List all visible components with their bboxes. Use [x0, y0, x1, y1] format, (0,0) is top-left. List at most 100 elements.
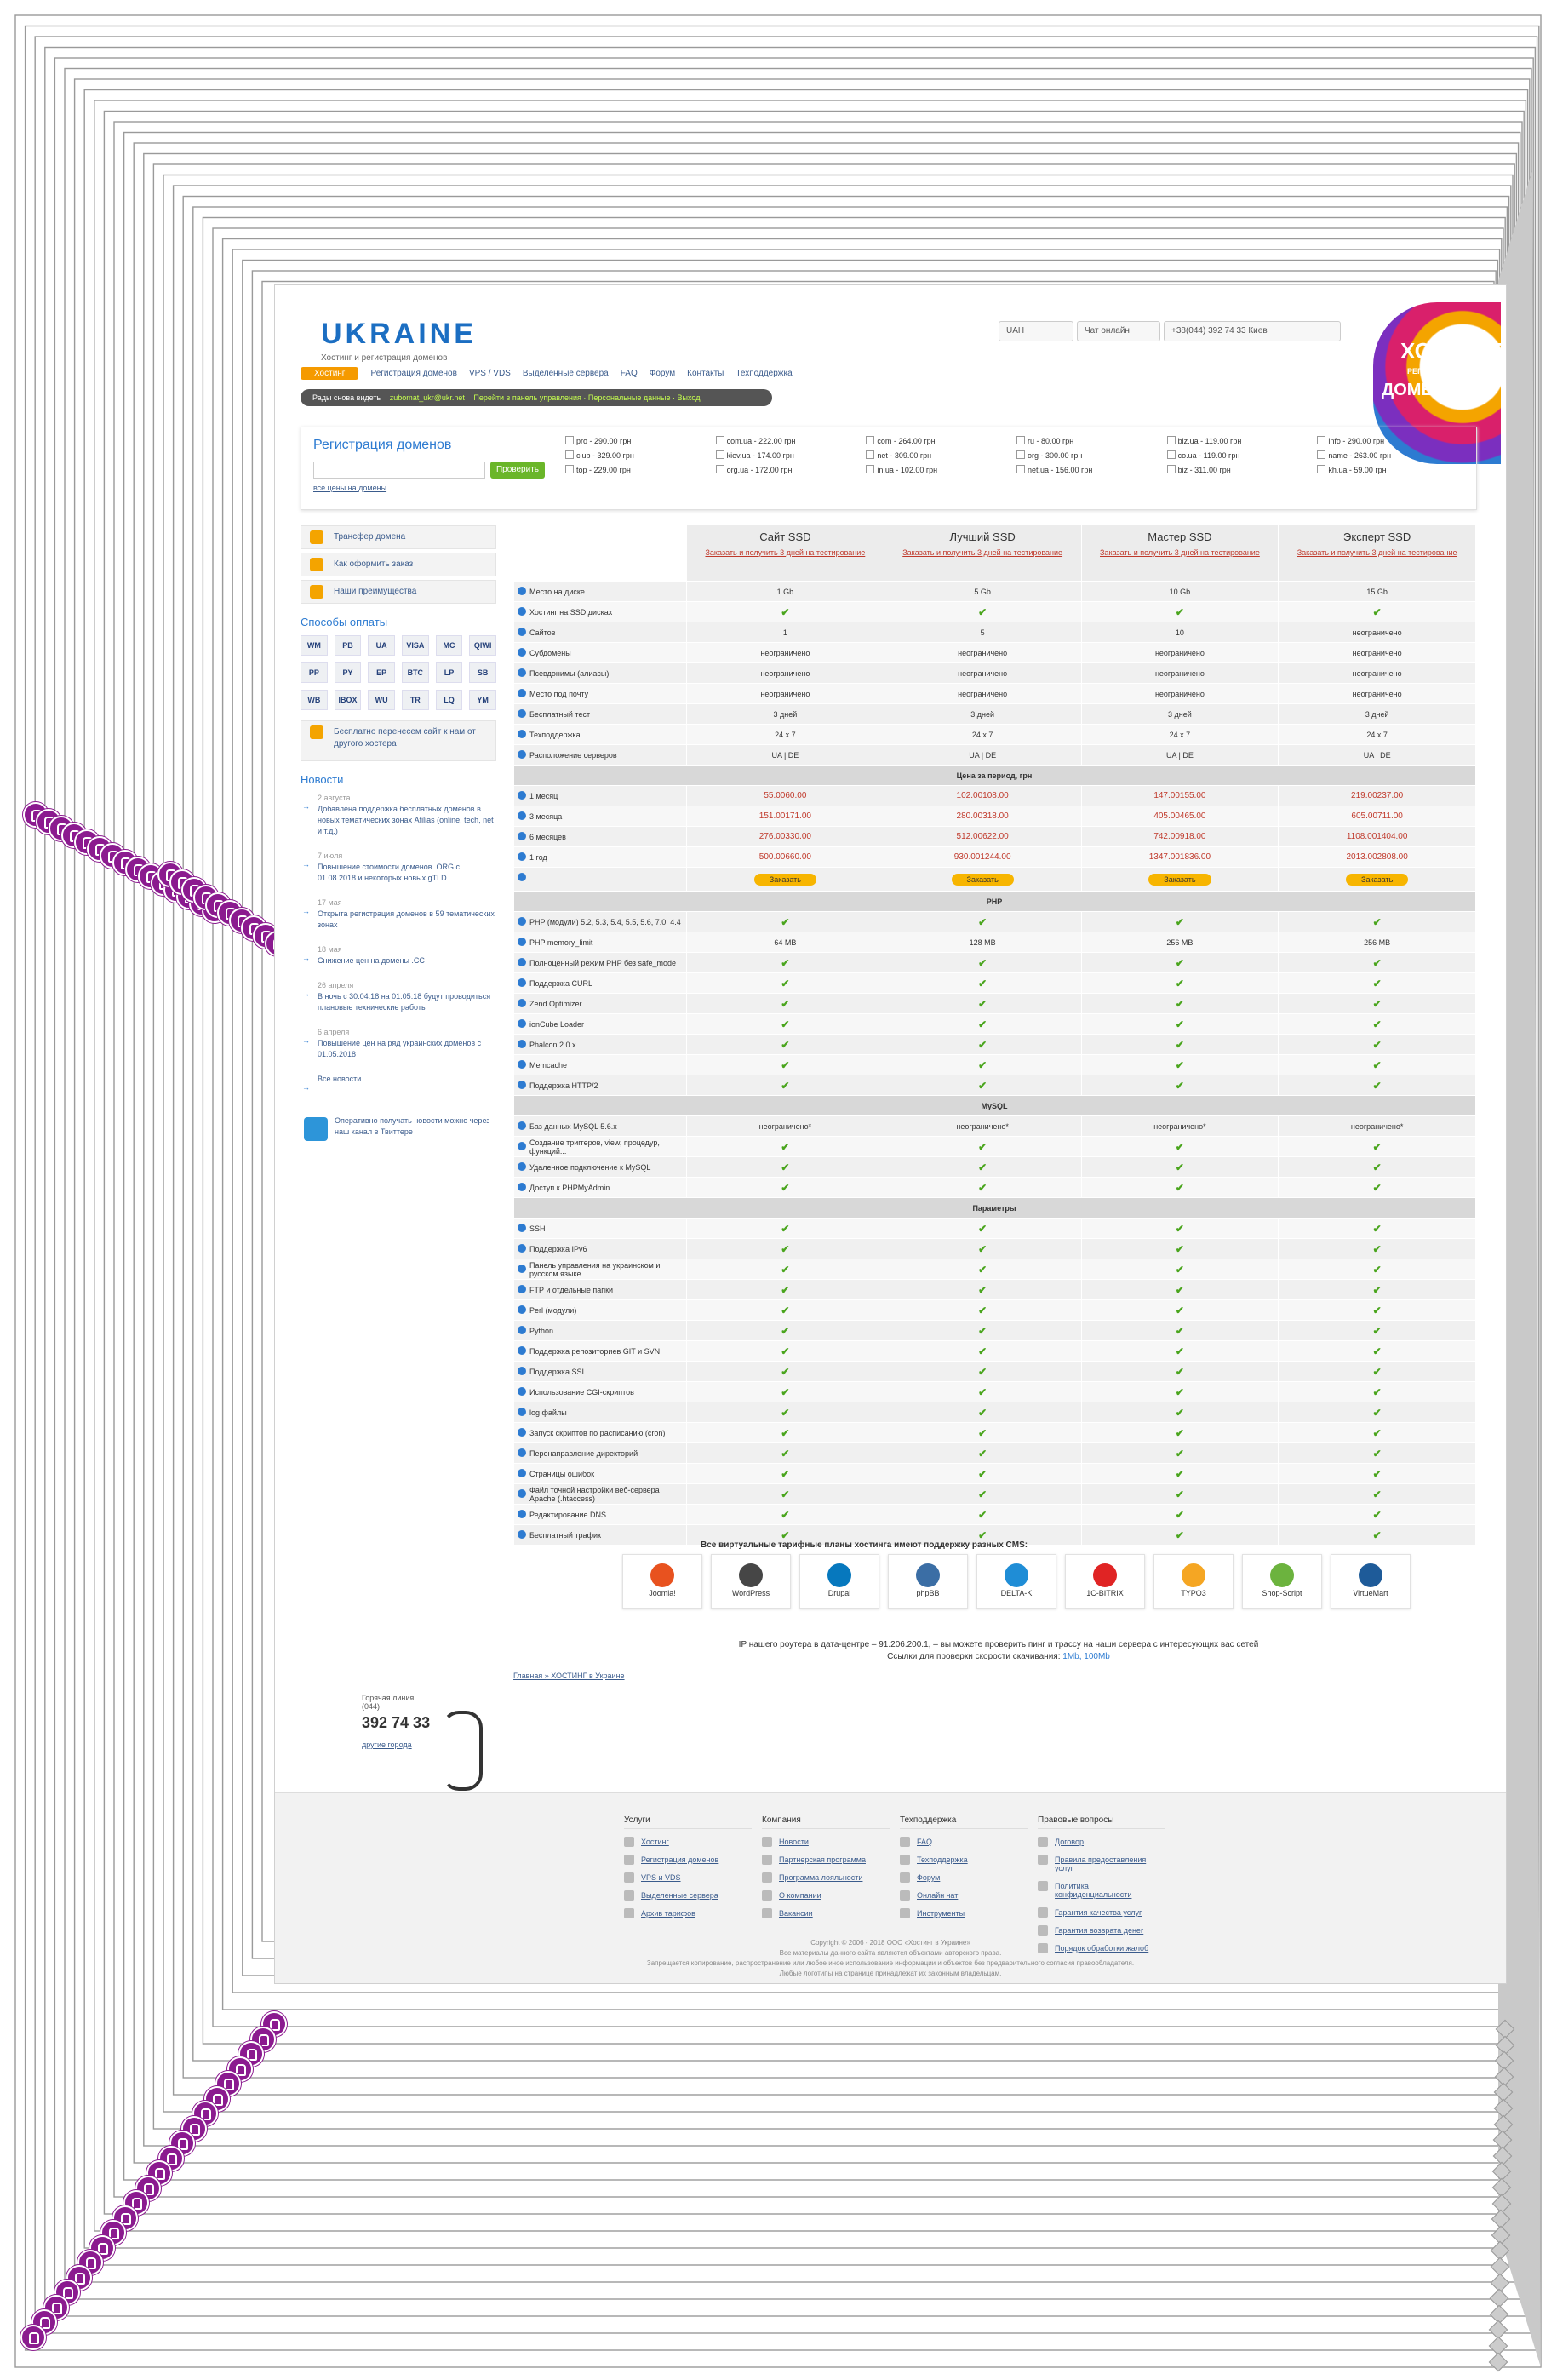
news-item[interactable]: 6 апреля Повышение цен на ряд украинских … [301, 1027, 496, 1060]
domain-zone-checkbox[interactable]: info - 290.00 грн [1317, 436, 1468, 445]
nav-item[interactable]: Форум [650, 369, 675, 378]
domain-zone-checkbox[interactable]: com - 264.00 грн [866, 436, 1016, 445]
copyright-line: Copyright © 2006 - 2018 ООО «Хостинг в У… [810, 1939, 970, 1947]
news-title[interactable]: В ночь с 30.04.18 на 01.05.18 будут пров… [318, 991, 496, 1013]
footer-link[interactable]: Новости [762, 1837, 890, 1847]
domain-check-button[interactable]: Проверить [490, 462, 545, 479]
user-email[interactable]: zubomat_ukr@ukr.net [390, 393, 465, 402]
footer-link[interactable]: Инструменты [900, 1908, 1028, 1918]
domain-zone-checkbox[interactable]: pro - 290.00 грн [565, 436, 716, 445]
news-item[interactable]: 26 апреля В ночь с 30.04.18 на 01.05.18 б… [301, 980, 496, 1013]
domain-zone-checkbox[interactable]: org.ua - 172.00 грн [716, 465, 867, 474]
domain-zone-checkbox[interactable]: com.ua - 222.00 грн [716, 436, 867, 445]
check-icon: ✔ [978, 1488, 987, 1500]
nav-item[interactable]: Техподдержка [736, 369, 792, 378]
domain-zone-checkbox[interactable]: org - 300.00 грн [1016, 450, 1167, 460]
all-domain-prices-link[interactable]: все цены на домены [313, 484, 386, 492]
order-button[interactable]: Заказать [951, 873, 1014, 886]
table-row: Поддержка IPv6 ✔ ✔ ✔ ✔ [513, 1238, 1475, 1259]
news-item[interactable]: 7 июля Повышение стоимости доменов .ORG с… [301, 851, 496, 884]
news-title[interactable]: Повышение стоимости доменов .ORG с 01.08… [318, 862, 496, 884]
hotline-other-cities[interactable]: другие города [362, 1741, 435, 1749]
domain-zone-checkbox[interactable]: name - 263.00 грн [1317, 450, 1468, 460]
nav-item[interactable]: Хостинг [301, 367, 359, 380]
cell-value: неограничено [958, 668, 1008, 678]
footer-link[interactable]: Партнерская программа [762, 1855, 890, 1865]
domain-zone-checkbox[interactable]: co.ua - 119.00 грн [1167, 450, 1318, 460]
news-item[interactable]: 2 августа Добавлена поддержка бесплатных … [301, 793, 496, 837]
footer-link[interactable]: Политика конфиденциальности [1038, 1881, 1165, 1899]
footer-link[interactable]: Хостинг [624, 1837, 752, 1847]
currency-select[interactable]: UAH [999, 321, 1073, 341]
sidebar-link[interactable]: Как оформить заказ [301, 553, 496, 576]
footer-link[interactable]: Форум [900, 1872, 1028, 1883]
twitter-promo[interactable]: Оперативно получать новости можно через … [301, 1115, 496, 1144]
footer-link[interactable]: Программа лояльности [762, 1872, 890, 1883]
footer-link[interactable]: FAQ [900, 1837, 1028, 1847]
table-cell: неограничено* [1080, 1115, 1279, 1137]
news-title[interactable]: Добавлена поддержка бесплатных доменов в… [318, 804, 496, 837]
domain-zone-checkbox[interactable]: top - 229.00 грн [565, 465, 716, 474]
chat-button[interactable]: Чат онлайн [1077, 321, 1160, 341]
nav-item[interactable]: Выделенные сервера [523, 369, 609, 378]
domain-zone-checkbox[interactable]: club - 329.00 грн [565, 450, 716, 460]
nav-item[interactable]: VPS / VDS [469, 369, 511, 378]
domain-input[interactable] [313, 462, 485, 479]
table-cell: ✔ [686, 1320, 884, 1341]
domain-zone-checkbox[interactable]: net.ua - 156.00 грн [1016, 465, 1167, 474]
footer-link[interactable]: Вакансии [762, 1908, 890, 1918]
footer-link[interactable]: Выделенные сервера [624, 1890, 752, 1901]
table-cell: ✔ [1080, 1259, 1279, 1280]
check-icon: ✔ [1175, 1038, 1184, 1051]
table-cell: 276.00330.00 [686, 826, 884, 847]
footer-link[interactable]: Техподдержка [900, 1855, 1028, 1865]
user-links[interactable]: Перейти в панель управления · Персональн… [473, 393, 700, 402]
plan-header: Лучший SSD Заказать и получить 3 дней на … [883, 525, 1082, 582]
plan-trial-link[interactable]: Заказать и получить 3 дней на тестирован… [688, 548, 883, 557]
domain-zone-checkbox[interactable]: net - 309.00 грн [866, 450, 1016, 460]
footer-link[interactable]: VPS и VDS [624, 1872, 752, 1883]
price-value: 605.00 [1351, 811, 1378, 821]
footer-link[interactable]: О компании [762, 1890, 890, 1901]
price-old: 1836.00 [1179, 852, 1211, 862]
breadcrumb[interactable]: Главная » ХОСТИНГ в Украине [513, 1672, 625, 1680]
footer-link[interactable]: Гарантия качества услуг [1038, 1907, 1165, 1918]
news-title[interactable]: Открыта регистрация доменов в 59 тематич… [318, 909, 496, 931]
footer-link[interactable]: Договор [1038, 1837, 1165, 1847]
transfer-promo[interactable]: Бесплатно перенесем сайт к нам от другог… [301, 720, 496, 761]
plan-trial-link[interactable]: Заказать и получить 3 дней на тестирован… [1279, 548, 1474, 557]
sidebar-link[interactable]: Трансфер домена [301, 525, 496, 549]
domain-zone-checkbox[interactable]: ru - 80.00 грн [1016, 436, 1167, 445]
footer-link[interactable]: Правила предоставления услуг [1038, 1855, 1165, 1872]
news-title[interactable]: Повышение цен на ряд украинских доменов … [318, 1038, 496, 1060]
plan-trial-link[interactable]: Заказать и получить 3 дней на тестирован… [1083, 548, 1278, 557]
footer-link[interactable]: Гарантия возврата денег [1038, 1925, 1165, 1936]
nav-item[interactable]: Регистрация доменов [370, 369, 456, 378]
footer-link[interactable]: Архив тарифов [624, 1908, 752, 1918]
phone-select[interactable]: +38(044) 392 74 33 Киев [1164, 321, 1341, 341]
sidebar-link[interactable]: Наши преимущества [301, 580, 496, 604]
order-button[interactable]: Заказать [1346, 873, 1409, 886]
news-item[interactable]: 18 маяСнижение цен на домены .CC [301, 944, 496, 966]
plan-trial-link[interactable]: Заказать и получить 3 дней на тестирован… [885, 548, 1080, 557]
logo[interactable]: UKRAINE [321, 318, 477, 351]
nav-item[interactable]: Контакты [687, 369, 724, 378]
news-title[interactable]: Снижение цен на домены .CC [318, 955, 496, 966]
domain-zone-checkbox[interactable]: biz - 311.00 грн [1167, 465, 1318, 474]
table-cell: 24 x 7 [1080, 724, 1279, 745]
domain-zone-checkbox[interactable]: kiev.ua - 174.00 грн [716, 450, 867, 460]
nav-item[interactable]: FAQ [621, 369, 638, 378]
footer-link[interactable]: Регистрация доменов [624, 1855, 752, 1865]
table-cell: ✔ [686, 1483, 884, 1505]
all-news-link[interactable]: Все новости [301, 1074, 496, 1093]
speed-links[interactable]: 1Mb, 100Mb [1062, 1652, 1110, 1661]
domain-zone-checkbox[interactable]: in.ua - 102.00 грн [866, 465, 1016, 474]
order-button[interactable]: Заказать [753, 873, 816, 886]
news-item[interactable]: 17 мая Открыта регистрация доменов в 59 т… [301, 898, 496, 931]
domain-zone-checkbox[interactable]: biz.ua - 119.00 грн [1167, 436, 1318, 445]
footer-link[interactable]: Онлайн чат [900, 1890, 1028, 1901]
order-button[interactable]: Заказать [1148, 873, 1211, 886]
table-cell: ✔ [1278, 1361, 1475, 1382]
domain-zone-checkbox[interactable]: kh.ua - 59.00 грн [1317, 465, 1468, 474]
feature-label: Хостинг на SSD дисках [513, 601, 687, 622]
